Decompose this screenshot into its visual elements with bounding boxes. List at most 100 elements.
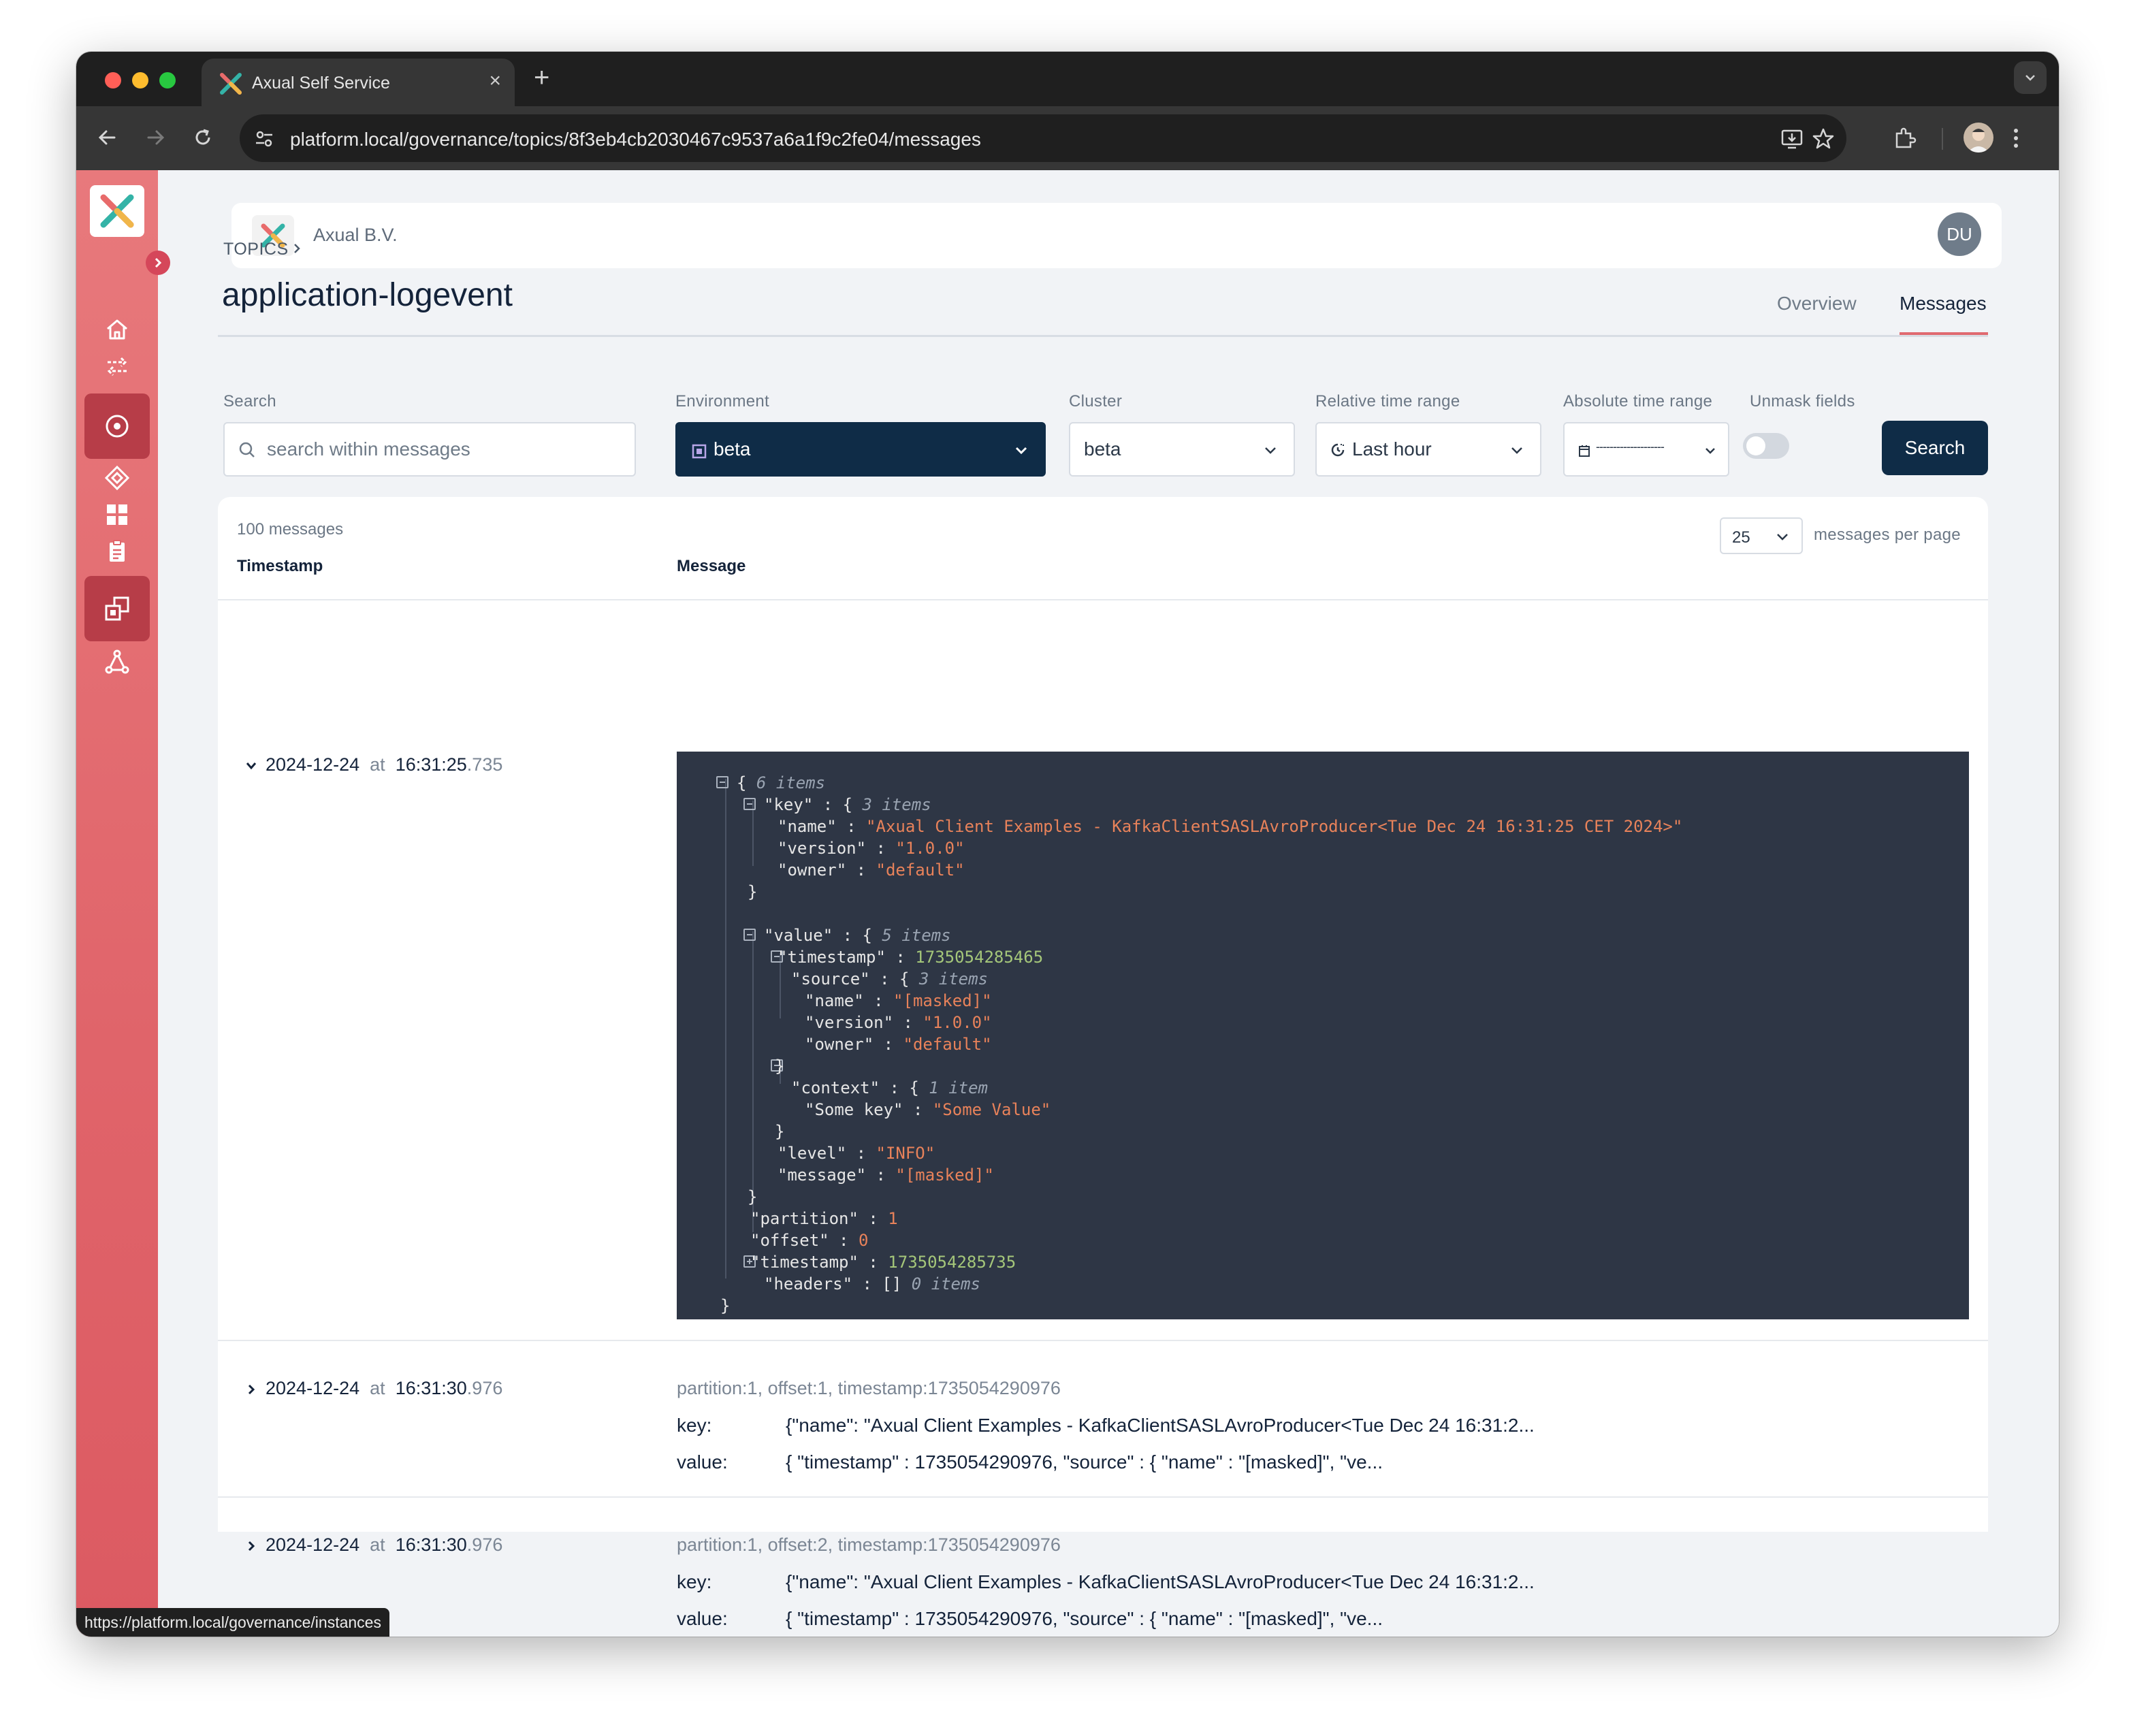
row-divider [218, 1340, 1988, 1341]
relative-time-select[interactable]: Last hour [1315, 422, 1541, 477]
json-value: "default" [903, 1035, 992, 1054]
json-value: 1735054285735 [888, 1253, 1016, 1272]
json-line: "message" : "[masked]" [778, 1166, 994, 1185]
maximize-window-button[interactable] [159, 72, 176, 89]
extensions-icon[interactable] [1891, 125, 1917, 151]
per-page-label: messages per page [1814, 526, 1961, 544]
tab-search-button[interactable] [2014, 61, 2047, 94]
json-line: "headers" : [] 0 items [764, 1274, 980, 1293]
row-ms: .976 [466, 1534, 503, 1555]
cluster-label: Cluster [1069, 392, 1123, 411]
minimize-window-button[interactable] [132, 72, 148, 89]
chevron-right-icon [248, 1541, 255, 1551]
environment-label: Environment [675, 392, 770, 411]
json-line: "timestamp" : 1735054285735 [750, 1253, 1016, 1272]
value-label: value: [677, 1608, 728, 1629]
json-line: } [720, 1296, 731, 1315]
chevron-down-icon [1265, 447, 1276, 454]
user-avatar[interactable]: DU [1938, 212, 1981, 256]
tab-close-icon[interactable]: × [489, 71, 501, 91]
key-label: key: [677, 1571, 712, 1592]
chevron-right-icon [291, 242, 302, 255]
environment-square-icon [692, 444, 707, 459]
json-guide [725, 779, 726, 1279]
json-value: 1 [888, 1209, 898, 1228]
row-3-key: {"name": "Axual Client Examples - KafkaC… [786, 1571, 1535, 1592]
unmask-toggle[interactable] [1743, 433, 1789, 459]
install-app-icon[interactable] [1780, 127, 1804, 151]
json-line: "Some key" : "Some Value" [805, 1100, 1051, 1119]
search-field[interactable] [223, 422, 636, 477]
row-2-key: {"name": "Axual Client Examples - KafkaC… [786, 1415, 1535, 1436]
per-page-select[interactable]: 25 [1720, 517, 1803, 554]
tab-messages[interactable]: Messages [1900, 293, 1987, 315]
kebab-menu-icon[interactable] [2011, 125, 2021, 151]
json-line: { 6 items [737, 773, 826, 792]
json-line: "key" : { 3 items [764, 795, 931, 814]
instances-icon [105, 596, 129, 621]
json-line: "partition" : 1 [750, 1209, 898, 1228]
sidebar-item-graph[interactable] [84, 629, 150, 694]
search-icon [239, 442, 255, 457]
target-icon [106, 415, 129, 438]
sidebar-logo[interactable] [90, 185, 144, 237]
row-3-timestamp[interactable]: 2024-12-24 at 16:31:30.976 [245, 1534, 502, 1556]
absolute-time-label: Absolute time range [1563, 392, 1713, 411]
reload-icon[interactable] [189, 124, 217, 151]
browser-tab-active[interactable]: Axual Self Service × [202, 59, 515, 106]
row-3-meta: partition:1, offset:2, timestamp:1735054… [677, 1534, 1061, 1555]
json-value: "1.0.0" [895, 839, 965, 858]
row-divider [218, 1496, 1988, 1498]
row-3-value: { "timestamp" : 1735054290976, "source" … [786, 1608, 1383, 1629]
search-button[interactable]: Search [1882, 421, 1988, 475]
json-line: } [748, 1187, 758, 1206]
json-value: "INFO" [876, 1144, 935, 1163]
json-line: } [775, 1057, 785, 1076]
search-input[interactable] [267, 434, 621, 464]
row-ms: .976 [466, 1378, 503, 1398]
json-value: 0 [858, 1231, 869, 1250]
row-2-timestamp[interactable]: 2024-12-24 at 16:31:30.976 [245, 1378, 502, 1399]
cluster-select[interactable]: beta [1069, 422, 1295, 477]
bookmark-star-icon[interactable] [1811, 127, 1836, 151]
url-text: platform.local/governance/topics/8f3eb4c… [290, 129, 981, 150]
network-icon [105, 649, 129, 674]
profile-avatar-icon[interactable] [1964, 123, 1993, 152]
breadcrumb-topics[interactable]: TOPICS [223, 240, 289, 259]
back-arrow-icon[interactable] [94, 124, 121, 151]
json-line: "owner" : "default" [805, 1035, 992, 1054]
search-label: Search [223, 392, 276, 411]
site-settings-icon[interactable] [253, 128, 275, 150]
page-title: application-logevent [222, 277, 513, 313]
header-divider [218, 599, 1988, 600]
relative-time-label: Relative time range [1315, 392, 1460, 411]
json-collapse-button[interactable] [716, 776, 728, 788]
json-line: "value" : { 5 items [764, 926, 951, 945]
forward-arrow-icon[interactable] [142, 124, 169, 151]
json-collapse-button[interactable] [743, 929, 756, 941]
json-value: 1735054285465 [915, 948, 1044, 967]
sidebar-item-streams[interactable] [84, 334, 150, 399]
message-count: 100 messages [237, 520, 344, 539]
app-header: Axual B.V. DU [231, 203, 2002, 268]
address-bar[interactable]: platform.local/governance/topics/8f3eb4c… [240, 114, 1846, 162]
absolute-time-select[interactable]: -------------------- [1563, 422, 1729, 477]
json-count: 3 items [918, 969, 988, 988]
json-line: "context" : { 1 item [791, 1078, 988, 1097]
tab-overview[interactable]: Overview [1777, 293, 1857, 315]
chevron-right-icon [248, 1384, 255, 1394]
json-viewer: { 6 items "key" : { 3 items "name" : "Ax… [677, 752, 1969, 1319]
status-bar-url: https://platform.local/governance/instan… [76, 1608, 389, 1637]
json-value: "1.0.0" [923, 1013, 992, 1032]
row-1-timestamp[interactable]: 2024-12-24 at 16:31:25.735 [245, 754, 502, 775]
environment-select[interactable]: beta [675, 422, 1046, 477]
json-count: 5 items [882, 926, 951, 945]
json-collapse-button[interactable] [743, 798, 756, 810]
close-window-button[interactable] [105, 72, 121, 89]
json-count: 0 items [911, 1274, 980, 1293]
new-tab-button[interactable]: + [534, 64, 549, 91]
axual-logo-icon [100, 194, 134, 228]
toolbar-divider [1942, 128, 1943, 150]
chevron-down-icon [1705, 448, 1715, 454]
calendar-icon [1579, 445, 1590, 457]
